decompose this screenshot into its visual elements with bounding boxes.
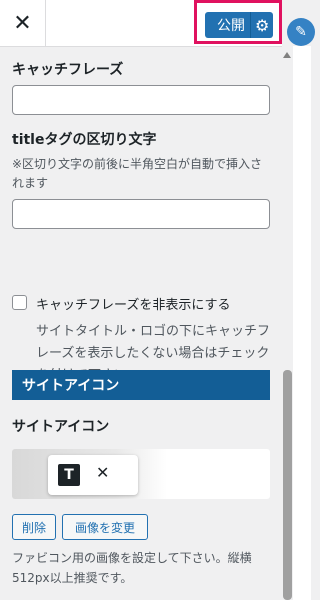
site-icon-note: ファビコン用の画像を設定して下さい。縦横512px以上推奨です。 [12, 551, 252, 585]
customizer-header: ✕ 公開 ⚙ [0, 0, 282, 47]
title-separator-input[interactable] [12, 199, 270, 229]
change-image-button[interactable]: 画像を変更 [62, 514, 148, 540]
site-icon-section-header: サイトアイコン [12, 370, 270, 400]
close-button[interactable]: ✕ [0, 0, 46, 46]
tab-close-icon: ✕ [96, 463, 110, 482]
scroll-thumb[interactable] [283, 370, 292, 600]
scrollbar[interactable] [282, 46, 293, 600]
scroll-up-arrow-icon[interactable] [283, 52, 291, 58]
publish-label: 公開 [217, 18, 245, 34]
catchphrase-label: キャッチフレーズ [12, 62, 124, 78]
remove-icon-button[interactable]: 削除 [12, 514, 56, 540]
catchphrase-input[interactable] [12, 85, 270, 115]
site-icon-preview: T ✕ [12, 449, 270, 499]
site-icon-label: サイトアイコン [12, 419, 110, 435]
close-icon: ✕ [13, 10, 32, 36]
edit-shortcut-icon[interactable]: ✎ [287, 18, 315, 46]
hide-catchphrase-label[interactable]: キャッチフレーズを非表示にする [36, 294, 230, 313]
site-icon-tile: T [58, 464, 80, 486]
hide-catchphrase-checkbox[interactable] [12, 295, 27, 310]
gear-icon[interactable]: ⚙ [250, 12, 273, 38]
title-separator-label: titleタグの区切り文字 [12, 132, 157, 148]
title-separator-description: ※区切り文字の前後に半角空白が自動で挿入されます [12, 157, 263, 190]
preview-edge [293, 46, 311, 600]
publish-highlight: 公開 ⚙ [194, 0, 282, 44]
browser-tab-preview: T ✕ [48, 455, 138, 495]
publish-button[interactable]: 公開 ⚙ [205, 12, 273, 38]
